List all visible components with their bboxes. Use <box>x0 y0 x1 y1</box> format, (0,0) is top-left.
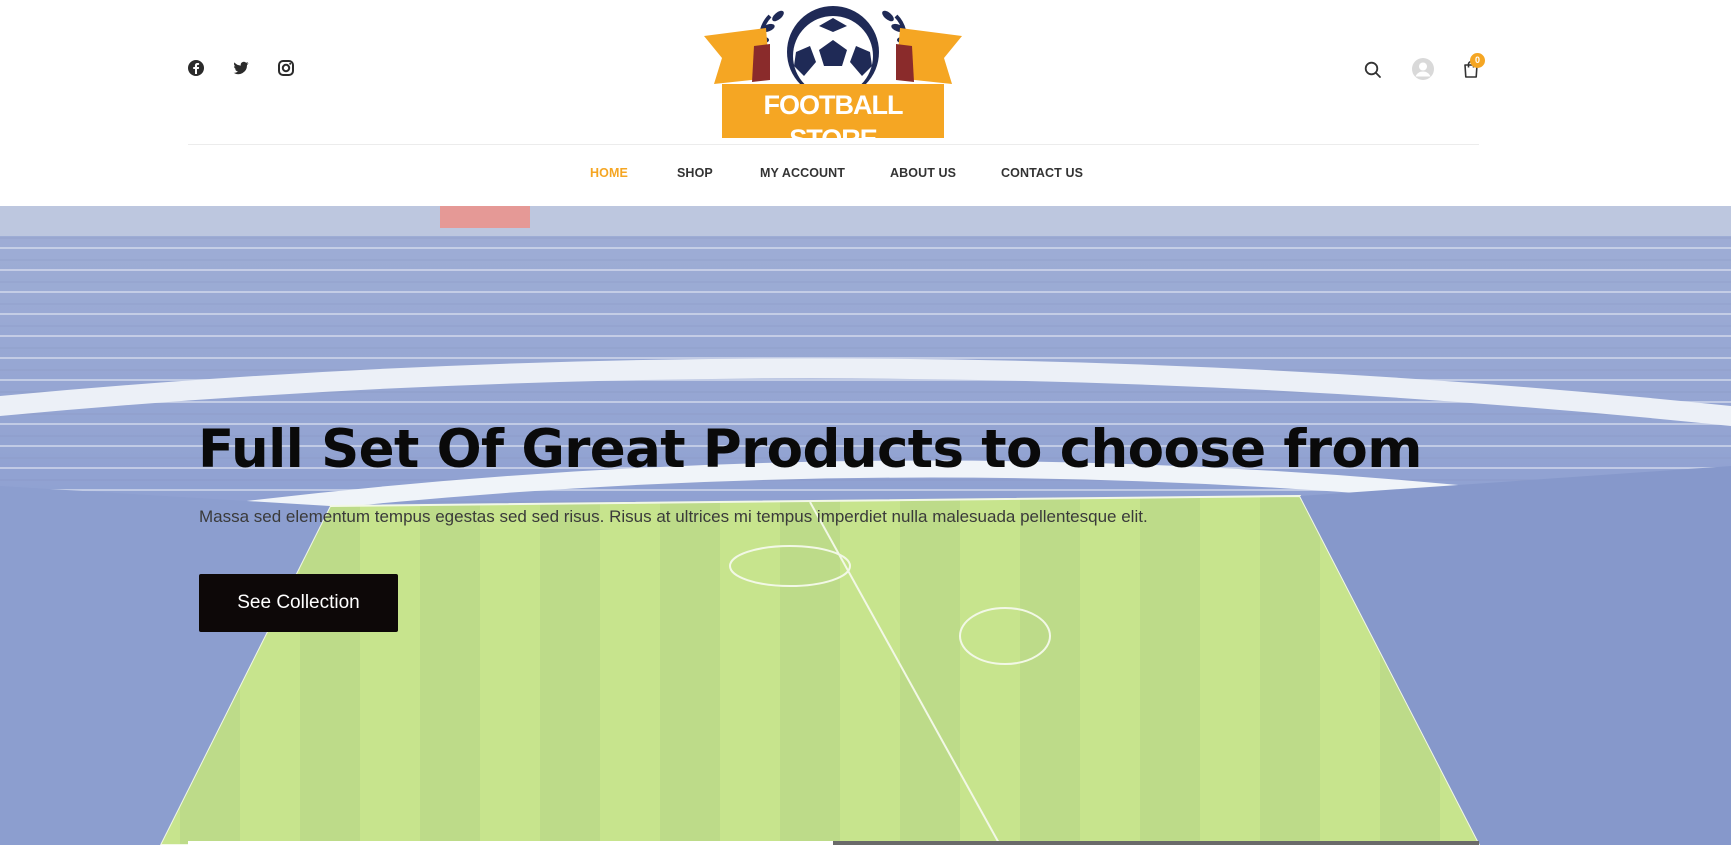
site-header: FOOTBALL STORE 0 HOME SHOP MY ACCOUNT AB… <box>0 0 1731 206</box>
football-store-logo[interactable]: FOOTBALL STORE <box>704 4 962 154</box>
cart-count-badge: 0 <box>1470 53 1485 68</box>
slider-strip-left <box>188 841 833 845</box>
see-collection-button[interactable]: See Collection <box>199 574 398 632</box>
slider-strip-right <box>833 841 1479 845</box>
nav-item-my-account[interactable]: MY ACCOUNT <box>760 166 845 180</box>
search-icon[interactable] <box>1364 61 1382 79</box>
logo-text: FOOTBALL STORE <box>763 90 904 154</box>
nav-item-contact-us[interactable]: CONTACT US <box>1001 166 1083 180</box>
nav-item-home[interactable]: HOME <box>590 166 628 180</box>
hero-subtitle: Massa sed elementum tempus egestas sed s… <box>199 507 1148 526</box>
nav-item-shop[interactable]: SHOP <box>677 166 713 180</box>
instagram-icon[interactable] <box>277 59 295 77</box>
hero-title: Full Set Of Great Products to choose fro… <box>198 419 1422 480</box>
hero-banner: Full Set Of Great Products to choose fro… <box>0 206 1731 845</box>
user-avatar-icon[interactable] <box>1412 58 1434 80</box>
main-nav: HOME SHOP MY ACCOUNT ABOUT US CONTACT US <box>0 166 1731 186</box>
twitter-icon[interactable] <box>232 59 250 77</box>
nav-item-about-us[interactable]: ABOUT US <box>890 166 956 180</box>
facebook-icon[interactable] <box>187 59 205 77</box>
header-divider <box>188 144 1479 145</box>
